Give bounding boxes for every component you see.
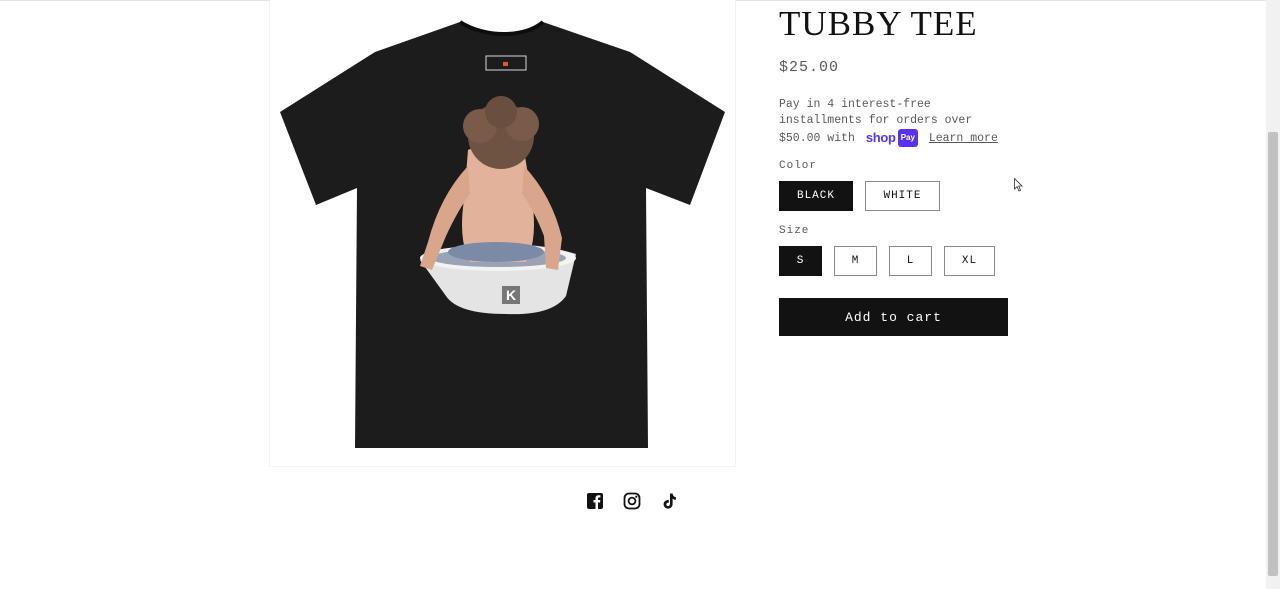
shoppay-shop: shop [865,130,896,145]
facebook-icon[interactable] [586,492,604,510]
color-option-white[interactable]: WHITE [865,181,940,211]
size-option-m[interactable]: M [834,246,877,276]
size-option-xl[interactable]: XL [944,246,995,276]
product-price: $25.00 [779,59,840,76]
tub-logo-letter: K [506,287,516,303]
shoppay-pay: Pay [897,129,918,147]
product-image[interactable]: K [269,0,736,467]
add-to-cart-button[interactable]: Add to cart [779,298,1008,336]
social-links [586,492,678,510]
page-scrollbar[interactable] [1266,0,1280,589]
product-title: TUBBY TEE [779,4,978,43]
scrollbar-thumb[interactable] [1268,132,1278,576]
size-option-l[interactable]: L [889,246,932,276]
color-option-black[interactable]: BLACK [779,181,853,211]
shoppay-logo: shop Pay [866,129,918,147]
instagram-icon[interactable] [623,492,641,510]
size-option-s[interactable]: S [779,246,822,276]
learn-more-link[interactable]: Learn more [929,132,998,145]
tshirt-illustration: K [280,20,725,448]
mouse-cursor-icon [1014,178,1023,192]
size-label: Size [779,225,810,237]
installments-banner: Pay in 4 interest-free installments for … [779,97,1009,147]
color-label: Color [779,160,818,172]
tiktok-icon[interactable] [660,492,678,510]
